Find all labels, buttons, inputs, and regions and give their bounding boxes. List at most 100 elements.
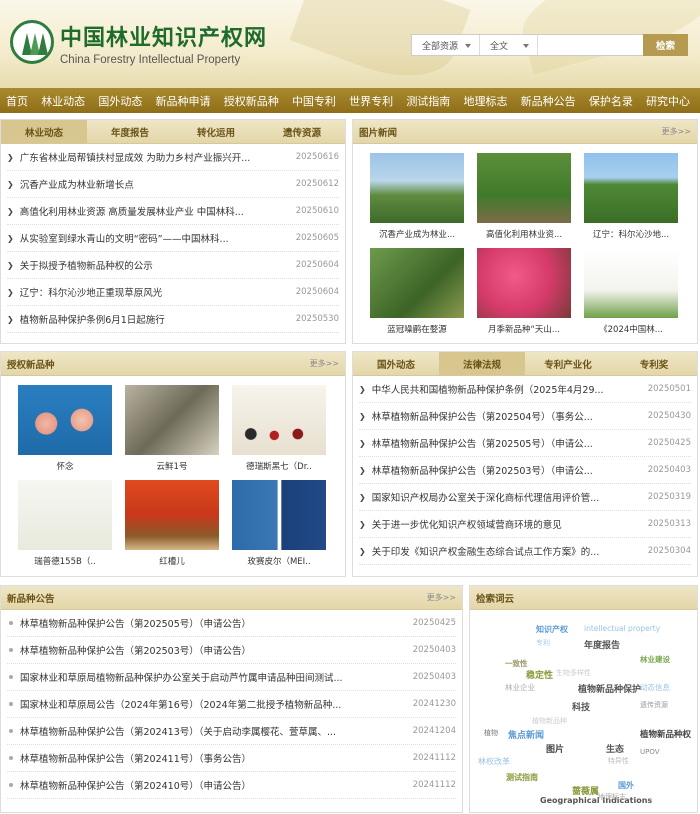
cloud-word[interactable]: 遗传资源 xyxy=(640,700,668,710)
photo-news-more-link[interactable]: 更多>> xyxy=(662,126,691,137)
list-item-title[interactable]: 林草植物新品种保护公告（第202505号）（申请公告） xyxy=(20,616,405,630)
list-item-title[interactable]: 林草植物新品种保护公告（第202503号）（申请公... xyxy=(372,463,640,477)
list-item-title[interactable]: 林草植物新品种保护公告（第202413号）（关于启动李属樱花、萱草属、... xyxy=(20,724,405,738)
tab-item[interactable]: 专利奖 xyxy=(611,352,697,375)
photo-image[interactable] xyxy=(584,153,678,223)
list-item[interactable]: ❯ 关于拟授予植物新品种权的公示 20250604 xyxy=(7,252,339,279)
nav-item[interactable]: 林业动态 xyxy=(41,93,85,109)
nav-item[interactable]: 保护名录 xyxy=(589,93,633,109)
photo-caption[interactable]: 辽宁：科尔沁沙地... xyxy=(579,228,683,240)
cloud-word[interactable]: 国外 xyxy=(618,780,634,791)
tab-item[interactable]: 法律法规 xyxy=(439,352,525,375)
list-item[interactable]: 林草植物新品种保护公告（第202503号）（申请公告） 20250403 xyxy=(7,637,456,664)
photo-caption[interactable]: 蓝冠噪鹛在婺源 xyxy=(365,323,469,335)
nav-item[interactable]: 世界专利 xyxy=(349,93,393,109)
photo-card[interactable]: 沉香产业成为林业... xyxy=(365,153,469,240)
variety-image[interactable] xyxy=(18,385,112,455)
variety-caption[interactable]: 怀念 xyxy=(13,460,117,472)
cloud-word[interactable]: 林业企业 xyxy=(505,682,535,693)
search-scope-select[interactable]: 全部资源 xyxy=(412,35,480,55)
list-item-title[interactable]: 林草植物新品种保护公告（第202503号）（申请公告） xyxy=(20,643,405,657)
photo-image[interactable] xyxy=(370,153,464,223)
list-item[interactable]: ❯ 沉香产业成为林业新增长点 20250612 xyxy=(7,171,339,198)
photo-card[interactable]: 辽宁：科尔沁沙地... xyxy=(579,153,683,240)
tab-item[interactable]: 国外动态 xyxy=(353,352,439,375)
tab-item[interactable]: 遗传资源 xyxy=(259,120,345,143)
cloud-word[interactable]: 植物新品种 xyxy=(532,716,567,726)
variety-card[interactable]: 瑞普德155B（.. xyxy=(13,480,117,567)
list-item[interactable]: ❯ 广东省林业局帮镇扶村显成效 为助力乡村产业振兴开... 20250616 xyxy=(7,144,339,171)
list-item-title[interactable]: 关于进一步优化知识产权领域营商环境的意见 xyxy=(372,517,640,531)
variety-caption[interactable]: 瑞普德155B（.. xyxy=(13,555,117,567)
varieties-more-link[interactable]: 更多>> xyxy=(310,358,339,369)
list-item[interactable]: ❯ 关于印发《知识产权金融生态综合试点工作方案》的... 20250304 xyxy=(359,538,691,565)
variety-card[interactable]: 玫赛皮尔（MEI.. xyxy=(227,480,331,567)
list-item-title[interactable]: 沉香产业成为林业新增长点 xyxy=(20,177,288,191)
cloud-word[interactable]: 稳定性 xyxy=(526,668,553,681)
cloud-word[interactable]: 植物 xyxy=(484,728,498,738)
cloud-word[interactable]: 林业建设 xyxy=(640,654,670,665)
list-item-title[interactable]: 林草植物新品种保护公告（第202411号）（事务公告） xyxy=(20,751,405,765)
cloud-word[interactable]: intellectual property xyxy=(584,624,660,633)
list-item-title[interactable]: 中华人民共和国植物新品种保护条例（2025年4月29... xyxy=(372,382,640,396)
list-item[interactable]: ❯ 林草植物新品种保护公告（第202503号）（申请公... 20250403 xyxy=(359,457,691,484)
list-item-title[interactable]: 林草植物新品种保护公告（第202410号）（申请公告） xyxy=(20,778,405,792)
list-item-title[interactable]: 植物新品种保护条例6月1日起施行 xyxy=(20,312,288,326)
notices-more-link[interactable]: 更多>> xyxy=(427,592,456,603)
site-brand[interactable]: 中国林业知识产权网 China Forestry Intellectual Pr… xyxy=(60,20,267,66)
cloud-word[interactable]: 植物新品种权 xyxy=(640,728,691,740)
list-item[interactable]: ❯ 林草植物新品种保护公告（第202505号）（申请公... 20250425 xyxy=(359,430,691,457)
list-item-title[interactable]: 林草植物新品种保护公告（第202504号）（事务公... xyxy=(372,409,640,423)
search-button[interactable]: 检索 xyxy=(643,34,688,56)
list-item[interactable]: 林草植物新品种保护公告（第202505号）（申请公告） 20250425 xyxy=(7,610,456,637)
variety-image[interactable] xyxy=(125,480,219,550)
list-item[interactable]: ❯ 植物新品种保护条例6月1日起施行 20250530 xyxy=(7,306,339,333)
list-item[interactable]: 国家林业和草原局公告（2024年第16号）（2024年第二批授予植物新品种...… xyxy=(7,691,456,718)
nav-item[interactable]: 新品种公告 xyxy=(521,93,576,109)
list-item[interactable]: 国家林业和草原局植物新品种保护办公室关于启动芦竹属申请品种田间测试... 2025… xyxy=(7,664,456,691)
list-item[interactable]: ❯ 从实验室到绿水青山的文明“密码”——中国林科... 20250605 xyxy=(7,225,339,252)
list-item[interactable]: 林草植物新品种保护公告（第202413号）（关于启动李属樱花、萱草属、... 20… xyxy=(7,718,456,745)
list-item-title[interactable]: 辽宁：科尔沁沙地正重现草原风光 xyxy=(20,285,288,299)
variety-card[interactable]: 红槽儿 xyxy=(120,480,224,567)
list-item-title[interactable]: 广东省林业局帮镇扶村显成效 为助力乡村产业振兴开... xyxy=(20,150,288,164)
list-item-title[interactable]: 国家林业和草原局植物新品种保护办公室关于启动芦竹属申请品种田间测试... xyxy=(20,670,405,684)
list-item[interactable]: ❯ 国家知识产权局办公室关于深化商标代理信用评价管... 20250319 xyxy=(359,484,691,511)
photo-caption[interactable]: 月季新品种“天山... xyxy=(472,323,576,335)
variety-caption[interactable]: 德瑞斯黑七（Dr.. xyxy=(227,460,331,472)
list-item[interactable]: ❯ 辽宁：科尔沁沙地正重现草原风光 20250604 xyxy=(7,279,339,306)
cloud-word[interactable]: 专利 xyxy=(536,638,550,648)
nav-item[interactable]: 新品种申请 xyxy=(156,93,211,109)
variety-caption[interactable]: 云鲜1号 xyxy=(120,460,224,472)
list-item-title[interactable]: 国家知识产权局办公室关于深化商标代理信用评价管... xyxy=(372,490,640,504)
variety-caption[interactable]: 红槽儿 xyxy=(120,555,224,567)
list-item-title[interactable]: 从实验室到绿水青山的文明“密码”——中国林科... xyxy=(20,231,288,245)
cloud-word[interactable]: 特异性 xyxy=(608,756,629,766)
list-item-title[interactable]: 国家林业和草原局公告（2024年第16号）（2024年第二批授予植物新品种... xyxy=(20,697,405,711)
cloud-word[interactable]: 地理标志 xyxy=(598,792,626,802)
photo-image[interactable] xyxy=(370,248,464,318)
variety-card[interactable]: 怀念 xyxy=(13,385,117,472)
list-item-title[interactable]: 关于印发《知识产权金融生态综合试点工作方案》的... xyxy=(372,544,640,558)
variety-image[interactable] xyxy=(125,385,219,455)
photo-card[interactable]: 月季新品种“天山... xyxy=(472,248,576,335)
cloud-word[interactable]: 年度报告 xyxy=(584,638,620,651)
photo-card[interactable]: 《2024中国林... xyxy=(579,248,683,335)
variety-card[interactable]: 云鲜1号 xyxy=(120,385,224,472)
photo-card[interactable]: 蓝冠噪鹛在婺源 xyxy=(365,248,469,335)
list-item[interactable]: 林草植物新品种保护公告（第202411号）（事务公告） 20241112 xyxy=(7,745,456,772)
nav-item[interactable]: 地理标志 xyxy=(464,93,508,109)
cloud-word[interactable]: 知识产权 xyxy=(536,624,568,635)
nav-item[interactable]: 研究中心 xyxy=(646,93,690,109)
photo-image[interactable] xyxy=(477,248,571,318)
variety-caption[interactable]: 玫赛皮尔（MEI.. xyxy=(227,555,331,567)
cloud-word[interactable]: 科技 xyxy=(572,700,590,713)
tab-item[interactable]: 林业动态 xyxy=(1,120,87,143)
list-item[interactable]: ❯ 林草植物新品种保护公告（第202504号）（事务公... 20250430 xyxy=(359,403,691,430)
tab-item[interactable]: 专利产业化 xyxy=(525,352,611,375)
list-item[interactable]: ❯ 中华人民共和国植物新品种保护条例（2025年4月29... 20250501 xyxy=(359,376,691,403)
photo-caption[interactable]: 沉香产业成为林业... xyxy=(365,228,469,240)
variety-image[interactable] xyxy=(18,480,112,550)
nav-item[interactable]: 国外动态 xyxy=(98,93,142,109)
photo-image[interactable] xyxy=(477,153,571,223)
